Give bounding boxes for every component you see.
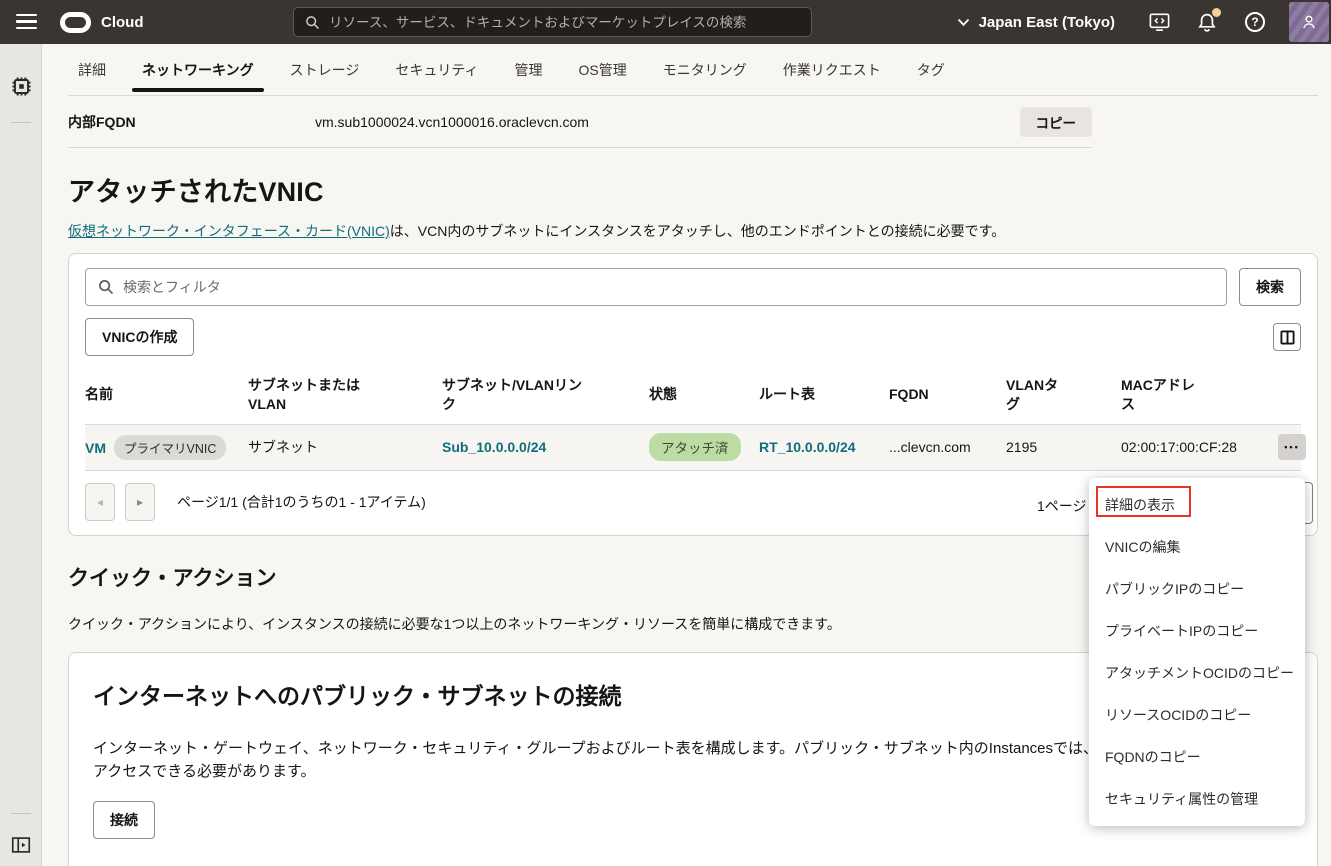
route-table-link[interactable]: RT_10.0.0.0/24 xyxy=(759,439,856,455)
cell-actions: ••• xyxy=(1278,424,1306,470)
cell-vlan-tag: 2195 xyxy=(1006,439,1038,456)
attached-vnics-description: 仮想ネットワーク・インタフェース・カード(VNIC)は、VCN内のサブネットにイ… xyxy=(68,221,1318,241)
cell-fqdn: ...clevcn.com xyxy=(889,439,971,456)
tab-security[interactable]: セキュリティ xyxy=(395,44,478,96)
internal-fqdn-label: 内部FQDN xyxy=(68,113,136,130)
tab-details[interactable]: 詳細 xyxy=(78,44,106,96)
connect-button[interactable]: 接続 xyxy=(93,800,155,839)
cell-mac-address: 02:00:17:00:CF:28 xyxy=(1121,439,1237,456)
page: Cloud Japan East (Tokyo) ? xyxy=(0,0,1331,866)
rail-divider-bottom xyxy=(11,813,31,814)
menu-item-edit-vnic[interactable]: VNICの編集 xyxy=(1089,526,1305,568)
search-icon xyxy=(305,15,320,30)
top-bar: Cloud Japan East (Tokyo) ? xyxy=(0,0,1331,44)
pagination-info: ページ1/1 (合計1のうちの1 - 1アイテム) xyxy=(177,493,426,510)
vnic-desc-text: は、VCN内のサブネットにインスタンスをアタッチし、他のエンドポイントとの接続に… xyxy=(389,223,1006,239)
tab-work-requests[interactable]: 作業リクエスト xyxy=(783,44,881,96)
notification-dot xyxy=(1212,8,1221,17)
cell-state: アタッチ済 xyxy=(649,424,759,470)
region-label: Japan East (Tokyo) xyxy=(978,13,1115,31)
notifications-bell-icon[interactable] xyxy=(1195,8,1221,34)
cell-subnet-link: Sub_10.0.0.0/24 xyxy=(442,424,649,470)
expand-panel-icon[interactable] xyxy=(0,835,42,855)
global-search-input[interactable] xyxy=(329,14,800,30)
vnic-name-link[interactable]: VM xyxy=(85,440,106,456)
subnet-link[interactable]: Sub_10.0.0.0/24 xyxy=(442,439,546,455)
compute-instance-icon[interactable] xyxy=(0,75,42,98)
help-icon[interactable]: ? xyxy=(1243,10,1267,34)
tab-storage[interactable]: ストレージ xyxy=(290,44,360,96)
tab-os-management[interactable]: OS管理 xyxy=(579,44,627,96)
col-state: 状態 xyxy=(649,386,677,403)
tab-tags[interactable]: タグ xyxy=(917,44,945,96)
col-route-table: ルート表 xyxy=(759,386,815,403)
create-vnic-button[interactable]: VNICの作成 xyxy=(85,318,195,356)
tab-monitoring[interactable]: モニタリング xyxy=(663,44,747,96)
oracle-cloud-logo[interactable]: Cloud xyxy=(60,0,144,44)
vnic-doc-link[interactable]: 仮想ネットワーク・インタフェース・カード(VNIC) xyxy=(68,223,390,239)
menu-item-copy-fqdn[interactable]: FQDNのコピー xyxy=(1089,736,1305,778)
menu-item-copy-private-ip[interactable]: プライベートIPのコピー xyxy=(1089,610,1305,652)
connect-desc-line1: インターネット・ゲートウェイ、ネットワーク・セキュリティ・グループおよびルート表… xyxy=(93,739,1159,757)
col-subnet-vlan-link: サブネット/VLANリンク xyxy=(442,377,582,412)
tab-networking[interactable]: ネットワーキング xyxy=(132,44,264,96)
cell-route-table: RT_10.0.0.0/24 xyxy=(759,424,889,470)
menu-item-copy-resource-ocid[interactable]: リソースOCIDのコピー xyxy=(1089,694,1305,736)
copy-fqdn-button[interactable]: コピー xyxy=(1019,106,1092,137)
col-name: 名前 xyxy=(85,386,113,403)
row-actions-menu-button[interactable]: ••• xyxy=(1278,434,1306,461)
chevron-down-icon xyxy=(957,18,970,27)
global-search[interactable] xyxy=(293,7,812,37)
oracle-logo-icon xyxy=(60,11,91,33)
tab-bar: 詳細 ネットワーキング ストレージ セキュリティ 管理 OS管理 モニタリング … xyxy=(68,44,1318,96)
left-rail xyxy=(0,44,42,866)
tab-management[interactable]: 管理 xyxy=(515,44,543,96)
filter-search-box[interactable] xyxy=(85,268,1227,306)
menu-item-manage-security-attributes[interactable]: セキュリティ属性の管理 xyxy=(1089,778,1305,820)
internal-fqdn-value: vm.sub1000024.vcn1000016.oraclevcn.com xyxy=(315,113,589,130)
logo-text: Cloud xyxy=(101,13,144,31)
menu-item-copy-public-ip[interactable]: パブリックIPのコピー xyxy=(1089,568,1305,610)
cell-name: VM プライマリVNIC xyxy=(85,424,248,470)
per-page-label: 1ページ xyxy=(1037,498,1087,514)
col-actions xyxy=(1278,372,1301,424)
rail-divider xyxy=(11,122,31,123)
search-icon xyxy=(98,279,114,295)
vnic-table: 名前 サブネットまたはVLAN サブネット/VLANリンク 状態 ルート表 FQ… xyxy=(85,372,1306,471)
col-subnet-or-vlan: サブネットまたはVLAN xyxy=(248,377,360,412)
menu-item-copy-attachment-ocid[interactable]: アタッチメントOCIDのコピー xyxy=(1089,652,1305,694)
top-right-cluster: Japan East (Tokyo) ? xyxy=(957,0,1329,44)
filter-search-input[interactable] xyxy=(123,279,1214,295)
state-badge: アタッチ済 xyxy=(649,433,741,462)
next-arrow-icon: ▸ xyxy=(136,494,144,509)
primary-vnic-badge: プライマリVNIC xyxy=(114,434,227,460)
region-selector[interactable]: Japan East (Tokyo) xyxy=(957,14,1115,31)
pagination-next-button[interactable]: ▸ xyxy=(125,482,155,521)
col-fqdn: FQDN xyxy=(889,386,929,403)
search-button[interactable]: 検索 xyxy=(1239,268,1301,306)
cell-subnet-or-vlan: サブネット xyxy=(248,439,318,456)
col-vlan-tag: VLANタグ xyxy=(1006,377,1059,412)
hamburger-menu-icon[interactable] xyxy=(16,14,37,29)
prev-arrow-icon: ◂ xyxy=(96,494,104,509)
col-mac-address: MACアドレス xyxy=(1121,377,1195,412)
help-glyph: ? xyxy=(1245,12,1265,32)
connect-desc-line2: アクセスできる必要があります。 xyxy=(93,762,316,780)
internal-fqdn-row: 内部FQDN vm.sub1000024.vcn1000016.oraclevc… xyxy=(68,96,1092,148)
cloud-shell-icon[interactable] xyxy=(1147,10,1171,34)
table-header-row: 名前 サブネットまたはVLAN サブネット/VLANリンク 状態 ルート表 FQ… xyxy=(85,372,1301,424)
menu-item-view-details[interactable]: 詳細の表示 xyxy=(1089,484,1305,526)
user-avatar[interactable] xyxy=(1289,2,1329,42)
table-row: VM プライマリVNIC サブネット Sub_10.0.0.0/24 アタッチ済 … xyxy=(85,424,1306,471)
column-picker-button[interactable] xyxy=(1273,323,1301,351)
pagination-prev-button[interactable]: ◂ xyxy=(85,482,115,521)
row-actions-context-menu: 詳細の表示 VNICの編集 パブリックIPのコピー プライベートIPのコピー ア… xyxy=(1089,478,1305,826)
attached-vnics-title: アタッチされたVNIC xyxy=(68,177,324,207)
